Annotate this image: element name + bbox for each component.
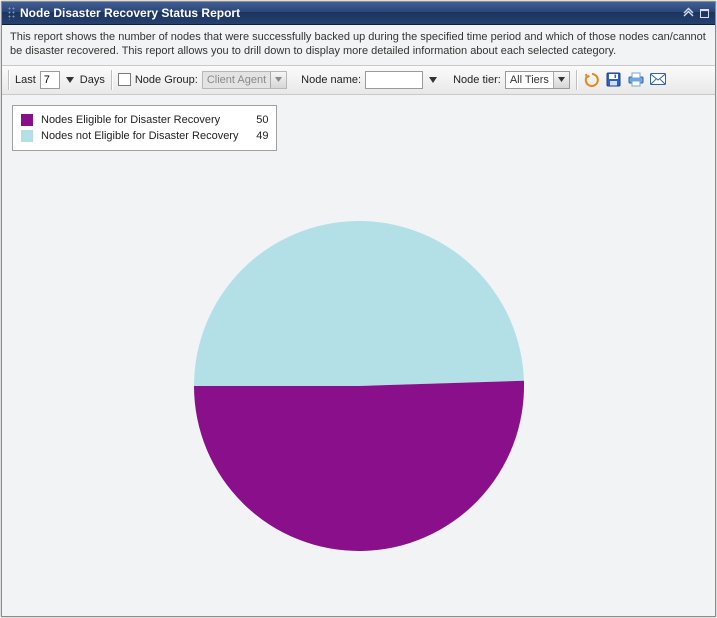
collapse-icon[interactable] — [683, 6, 694, 20]
last-days-dropdown-icon[interactable] — [64, 74, 76, 86]
separator-icon — [576, 70, 577, 90]
pie-slice[interactable] — [194, 221, 524, 386]
pie-slice[interactable] — [194, 381, 524, 551]
legend-label: Nodes Eligible for Disaster Recovery — [41, 114, 238, 126]
legend-value: 50 — [246, 114, 268, 126]
report-body: Nodes Eligible for Disaster Recovery 50 … — [2, 95, 715, 616]
node-tier-value: All Tiers — [506, 72, 553, 88]
grip-icon — [8, 7, 15, 20]
last-label: Last — [15, 74, 36, 86]
save-button[interactable] — [605, 71, 623, 89]
filter-toolbar: Last Days Node Group: Client Agent Node … — [2, 65, 715, 95]
dropdown-icon[interactable] — [553, 72, 569, 88]
node-tier-label: Node tier: — [453, 74, 501, 86]
node-group-checkbox[interactable] — [118, 73, 131, 86]
print-button[interactable] — [627, 71, 645, 89]
node-name-input[interactable] — [365, 71, 423, 89]
separator-icon — [111, 70, 112, 90]
pie-chart — [189, 216, 529, 556]
titlebar: Node Disaster Recovery Status Report — [2, 2, 715, 25]
node-name-label: Node name: — [301, 74, 361, 86]
envelope-icon — [650, 73, 666, 86]
legend-value: 49 — [246, 130, 268, 142]
node-group-label: Node Group: — [135, 74, 198, 86]
legend-item: Nodes not Eligible for Disaster Recovery… — [21, 128, 268, 144]
last-days-input[interactable] — [40, 71, 60, 89]
node-name-dropdown-icon[interactable] — [427, 74, 439, 86]
refresh-button[interactable] — [583, 71, 601, 89]
legend-item: Nodes Eligible for Disaster Recovery 50 — [21, 112, 268, 128]
panel-title: Node Disaster Recovery Status Report — [20, 6, 683, 20]
legend-swatch — [21, 114, 33, 126]
legend-label: Nodes not Eligible for Disaster Recovery — [41, 130, 238, 142]
separator-icon — [8, 70, 9, 90]
report-description: This report shows the number of nodes th… — [2, 25, 715, 65]
printer-icon — [628, 72, 644, 87]
node-group-select: Client Agent — [202, 71, 287, 89]
node-group-value: Client Agent — [203, 72, 270, 88]
report-panel: Node Disaster Recovery Status Report Thi… — [1, 1, 716, 617]
node-tier-select[interactable]: All Tiers — [505, 71, 570, 89]
titlebar-tools — [683, 6, 709, 20]
legend-swatch — [21, 130, 33, 142]
chart-legend: Nodes Eligible for Disaster Recovery 50 … — [12, 105, 277, 151]
refresh-icon — [584, 72, 600, 88]
days-label: Days — [80, 74, 105, 86]
maximize-icon[interactable] — [700, 9, 709, 18]
floppy-icon — [606, 72, 621, 87]
dropdown-icon — [270, 72, 286, 88]
email-button[interactable] — [649, 71, 667, 89]
